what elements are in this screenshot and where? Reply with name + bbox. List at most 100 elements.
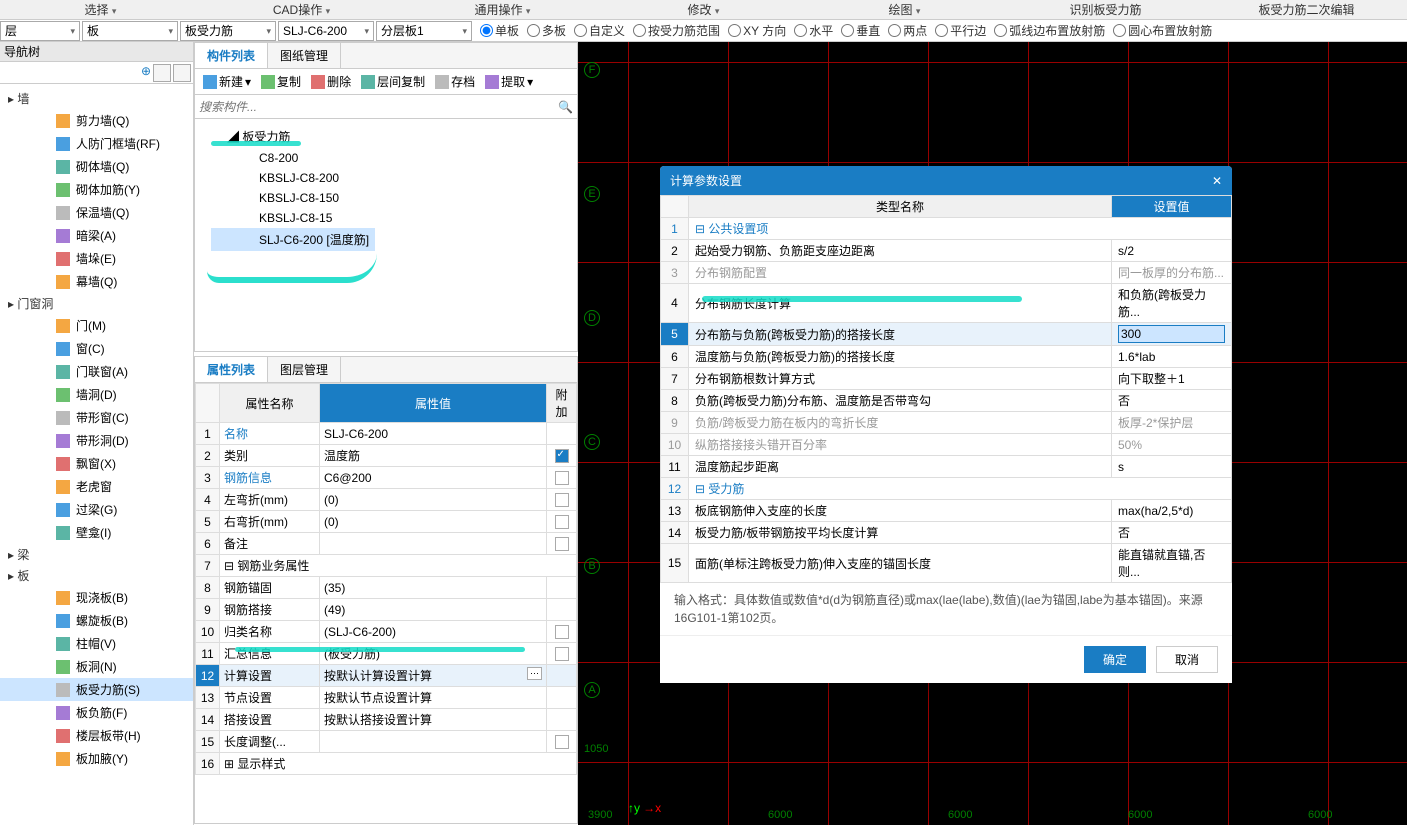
property-row[interactable]: 8 钢筋锚固(35) bbox=[196, 577, 577, 599]
param-value-cell[interactable]: 否 bbox=[1112, 390, 1232, 412]
radio-3[interactable]: 按受力筋范围 bbox=[633, 22, 720, 39]
category-dropdown[interactable]: 板▾ bbox=[82, 21, 178, 41]
property-row[interactable]: 6备注 bbox=[196, 533, 577, 555]
nav-item[interactable]: 老虎窗 bbox=[0, 475, 193, 498]
property-row[interactable]: 10 归类名称(SLJ-C6-200) bbox=[196, 621, 577, 643]
param-value-cell[interactable]: max(ha/2,5*d) bbox=[1112, 500, 1232, 522]
menu-recognize[interactable]: 识别板受力筋 bbox=[1005, 0, 1206, 19]
prop-add-cell[interactable] bbox=[547, 533, 577, 555]
param-row[interactable]: 14 板受力筋/板带钢筋按平均长度计算否 bbox=[661, 522, 1232, 544]
radio-input[interactable] bbox=[1113, 24, 1126, 37]
nav-item[interactable]: 带形洞(D) bbox=[0, 429, 193, 452]
nav-item[interactable]: 柱帽(V) bbox=[0, 632, 193, 655]
ellipsis-button[interactable]: ⋯ bbox=[527, 667, 542, 680]
param-row[interactable]: 6 温度筋与负筋(跨板受力筋)的搭接长度1.6*lab bbox=[661, 346, 1232, 368]
property-row[interactable]: 3钢筋信息C6@200 bbox=[196, 467, 577, 489]
param-row[interactable]: 9 负筋/跨板受力筋在板内的弯折长度板厚-2*保护层 bbox=[661, 412, 1232, 434]
param-value-cell[interactable]: s bbox=[1112, 456, 1232, 478]
nav-item[interactable]: 飘窗(X) bbox=[0, 452, 193, 475]
tab-layer-mgmt[interactable]: 图层管理 bbox=[268, 357, 341, 382]
prop-add-cell[interactable] bbox=[547, 687, 577, 709]
checkbox[interactable] bbox=[555, 537, 569, 551]
nav-item[interactable]: 板加腋(Y) bbox=[0, 747, 193, 770]
dialog-header[interactable]: 计算参数设置 ✕ bbox=[660, 166, 1232, 195]
prop-value-cell[interactable]: (SLJ-C6-200) bbox=[320, 621, 547, 643]
radio-0[interactable]: 单板 bbox=[480, 22, 519, 39]
nav-item[interactable]: 门联窗(A) bbox=[0, 360, 193, 383]
property-row[interactable]: 13 节点设置按默认节点设置计算 bbox=[196, 687, 577, 709]
nav-tree[interactable]: ▸ 墙剪力墙(Q)人防门框墙(RF)砌体墙(Q)砌体加筋(Y)保温墙(Q)暗梁(… bbox=[0, 84, 193, 825]
delete-button[interactable]: 删除 bbox=[311, 73, 351, 90]
prop-add-cell[interactable] bbox=[547, 489, 577, 511]
floor-dropdown[interactable]: 层▾ bbox=[0, 21, 80, 41]
param-row[interactable]: 10 纵筋搭接接头错开百分率50% bbox=[661, 434, 1232, 456]
nav-item[interactable]: 幕墙(Q) bbox=[0, 270, 193, 293]
nav-item[interactable]: 螺旋板(B) bbox=[0, 609, 193, 632]
radio-input[interactable] bbox=[994, 24, 1007, 37]
nav-item[interactable]: 剪力墙(Q) bbox=[0, 109, 193, 132]
radio-7[interactable]: 两点 bbox=[888, 22, 927, 39]
param-value-cell[interactable]: 同一板厚的分布筋... bbox=[1112, 262, 1232, 284]
radio-9[interactable]: 弧线边布置放射筋 bbox=[994, 22, 1105, 39]
archive-button[interactable]: 存档 bbox=[435, 73, 475, 90]
menu-select[interactable]: 选择 ▾ bbox=[0, 0, 201, 19]
prop-add-cell[interactable] bbox=[547, 665, 577, 687]
new-button[interactable]: 新建 ▾ bbox=[203, 73, 251, 90]
checkbox[interactable] bbox=[555, 647, 569, 661]
nav-group[interactable]: ▸ 墙 bbox=[0, 88, 193, 109]
property-row[interactable]: 9 钢筋搭接(49) bbox=[196, 599, 577, 621]
radio-1[interactable]: 多板 bbox=[527, 22, 566, 39]
comp-tree-item[interactable]: KBSLJ-C8-200 bbox=[211, 168, 569, 188]
close-icon[interactable]: ✕ bbox=[1212, 174, 1222, 188]
menu-secondary-edit[interactable]: 板受力筋二次编辑 bbox=[1206, 0, 1407, 19]
nav-item[interactable]: 壁龛(I) bbox=[0, 521, 193, 544]
prop-value-cell[interactable]: SLJ-C6-200 bbox=[320, 423, 547, 445]
property-row[interactable]: 1名称SLJ-C6-200 bbox=[196, 423, 577, 445]
radio-input[interactable] bbox=[527, 24, 540, 37]
param-row[interactable]: 15 面筋(单标注跨板受力筋)伸入支座的锚固长度能直锚就直锚,否则... bbox=[661, 544, 1232, 583]
param-value-cell[interactable]: 和负筋(跨板受力筋... bbox=[1112, 284, 1232, 323]
param-row[interactable]: 8 负筋(跨板受力筋)分布筋、温度筋是否带弯勾否 bbox=[661, 390, 1232, 412]
prop-value-cell[interactable]: (49) bbox=[320, 599, 547, 621]
prop-value-cell[interactable]: (0) bbox=[320, 511, 547, 533]
param-value-cell[interactable]: 能直锚就直锚,否则... bbox=[1112, 544, 1232, 583]
prop-value-cell[interactable]: (板受力筋) bbox=[320, 643, 547, 665]
nav-item[interactable]: 墙洞(D) bbox=[0, 383, 193, 406]
search-icon[interactable]: 🔍 bbox=[558, 100, 573, 114]
prop-value-cell[interactable] bbox=[320, 731, 547, 753]
checkbox[interactable] bbox=[555, 493, 569, 507]
nav-item[interactable]: 保温墙(Q) bbox=[0, 201, 193, 224]
nav-item[interactable]: 砌体墙(Q) bbox=[0, 155, 193, 178]
nav-item[interactable]: 带形窗(C) bbox=[0, 406, 193, 429]
param-row[interactable]: 3 分布钢筋配置同一板厚的分布筋... bbox=[661, 262, 1232, 284]
prop-value-cell[interactable]: 按默认节点设置计算 bbox=[320, 687, 547, 709]
copy-button[interactable]: 复制 bbox=[261, 73, 301, 90]
menu-draw[interactable]: 绘图 ▾ bbox=[804, 0, 1005, 19]
prop-add-cell[interactable] bbox=[547, 445, 577, 467]
prop-value-cell[interactable]: 按默认搭接设置计算 bbox=[320, 709, 547, 731]
radio-4[interactable]: XY 方向 bbox=[728, 22, 786, 39]
component-dropdown[interactable]: SLJ-C6-200▾ bbox=[278, 21, 374, 41]
prop-value-cell[interactable]: (35) bbox=[320, 577, 547, 599]
param-value-cell[interactable]: 否 bbox=[1112, 522, 1232, 544]
param-value-cell[interactable]: 1.6*lab bbox=[1112, 346, 1232, 368]
nav-item[interactable]: 门(M) bbox=[0, 314, 193, 337]
nav-list-view-button[interactable] bbox=[153, 64, 171, 82]
nav-item[interactable]: 人防门框墙(RF) bbox=[0, 132, 193, 155]
nav-item[interactable]: 现浇板(B) bbox=[0, 586, 193, 609]
radio-5[interactable]: 水平 bbox=[794, 22, 833, 39]
radio-8[interactable]: 平行边 bbox=[935, 22, 986, 39]
nav-item[interactable]: 楼层板带(H) bbox=[0, 724, 193, 747]
param-row[interactable]: 13 板底钢筋伸入支座的长度max(ha/2,5*d) bbox=[661, 500, 1232, 522]
radio-input[interactable] bbox=[935, 24, 948, 37]
comp-tree-item[interactable]: KBSLJ-C8-150 bbox=[211, 188, 569, 208]
prop-add-cell[interactable] bbox=[547, 577, 577, 599]
nav-item[interactable]: 板洞(N) bbox=[0, 655, 193, 678]
radio-input[interactable] bbox=[574, 24, 587, 37]
nav-item[interactable]: 砌体加筋(Y) bbox=[0, 178, 193, 201]
nav-group[interactable]: ▸ 梁 bbox=[0, 544, 193, 565]
radio-input[interactable] bbox=[888, 24, 901, 37]
property-row[interactable]: 2类别温度筋 bbox=[196, 445, 577, 467]
prop-value-cell[interactable]: C6@200 bbox=[320, 467, 547, 489]
menu-general[interactable]: 通用操作 ▾ bbox=[402, 0, 603, 19]
